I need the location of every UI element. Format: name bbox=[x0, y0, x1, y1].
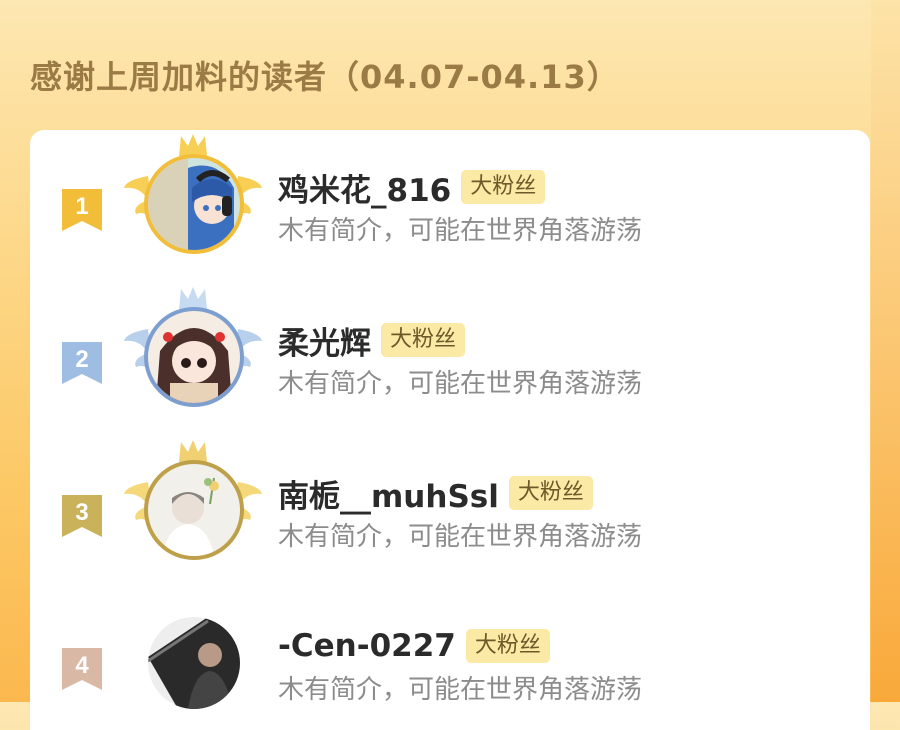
avatar[interactable] bbox=[148, 158, 240, 250]
avatar[interactable] bbox=[148, 311, 240, 403]
background-edge bbox=[871, 0, 900, 702]
list-item[interactable]: 1 鸡米花_816 大粉丝 木有简介，可能在世界角落游荡 bbox=[30, 130, 870, 270]
fan-badge: 大粉丝 bbox=[508, 476, 593, 510]
user-bio: 木有简介，可能在世界角落游荡 bbox=[278, 216, 643, 246]
avatar-frame bbox=[118, 436, 268, 576]
rank-badge: 1 bbox=[60, 187, 104, 233]
avatar[interactable] bbox=[148, 617, 240, 709]
page-title: 感谢上周加料的读者（04.07-04.13） bbox=[30, 58, 620, 96]
user-name[interactable]: 南栀__muhSsl bbox=[278, 471, 499, 516]
fan-badge: 大粉丝 bbox=[461, 170, 546, 204]
user-bio: 木有简介，可能在世界角落游荡 bbox=[278, 369, 643, 399]
reader-list-card: 1 鸡米花_816 大粉丝 木有简介，可能在世界角落游荡 2 柔光辉 大粉丝 木… bbox=[30, 130, 870, 730]
user-name[interactable]: 鸡米花_816 bbox=[278, 165, 451, 210]
user-name[interactable]: -Cen-0227 bbox=[278, 628, 456, 664]
user-name[interactable]: 柔光辉 bbox=[278, 318, 371, 363]
rank-badge: 2 bbox=[60, 340, 104, 386]
avatar-frame bbox=[118, 283, 268, 423]
user-bio: 木有简介，可能在世界角落游荡 bbox=[278, 522, 643, 552]
avatar[interactable] bbox=[148, 464, 240, 556]
avatar-frame bbox=[118, 589, 268, 729]
list-item[interactable]: 4 -Cen-0227 大粉丝 木有简介，可能在世界角落游荡 bbox=[30, 589, 870, 729]
fan-badge: 大粉丝 bbox=[381, 323, 466, 357]
list-item[interactable]: 3 南栀__muhSsl 大粉丝 木有简介，可能在世界角落游荡 bbox=[30, 436, 870, 576]
fan-badge: 大粉丝 bbox=[465, 629, 550, 663]
rank-badge: 4 bbox=[60, 646, 104, 692]
avatar-frame bbox=[118, 130, 268, 270]
user-bio: 木有简介，可能在世界角落游荡 bbox=[278, 675, 643, 705]
list-item[interactable]: 2 柔光辉 大粉丝 木有简介，可能在世界角落游荡 bbox=[30, 283, 870, 423]
rank-badge: 3 bbox=[60, 493, 104, 539]
